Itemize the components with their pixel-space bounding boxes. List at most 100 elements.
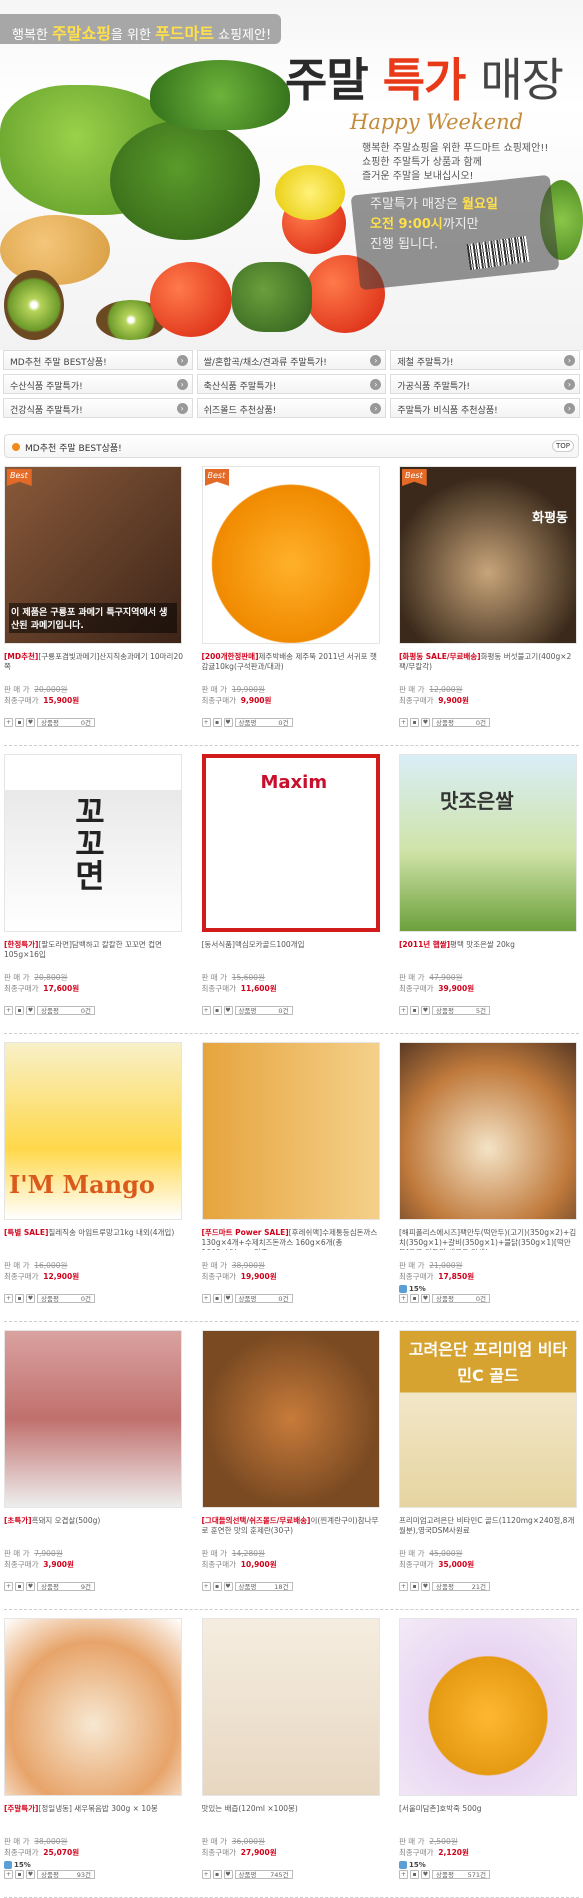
zoom-icon[interactable]: +: [399, 1582, 408, 1591]
menu-item-processed[interactable]: 가공식품 주말특가! ›: [390, 374, 580, 394]
product-image[interactable]: [399, 1618, 577, 1796]
review-count[interactable]: 상품평 0건: [37, 1006, 95, 1015]
zoom-icon[interactable]: +: [201, 1582, 211, 1591]
product-image[interactable]: I'M Mango: [4, 1042, 182, 1220]
cart-icon[interactable]: ▪: [15, 1582, 24, 1591]
review-count[interactable]: 상품평 0건: [37, 1294, 95, 1303]
product-card[interactable]: 꼬꼬면 [한정특가][팔도라면]담백하고 칼칼한 꼬꼬면 컵면 105g×16입…: [4, 754, 184, 1033]
wishlist-icon[interactable]: ♥: [421, 1870, 430, 1879]
zoom-icon[interactable]: +: [399, 718, 408, 727]
wishlist-icon[interactable]: ♥: [26, 1006, 35, 1015]
cart-icon[interactable]: ▪: [410, 1006, 419, 1015]
product-image[interactable]: Best 화평동: [399, 466, 577, 644]
zoom-icon[interactable]: +: [4, 1006, 13, 1015]
product-title[interactable]: [2011년 햅쌀]평택 맛조은쌀 20kg: [399, 940, 579, 962]
product-title[interactable]: [특별 SALE]칠레직송 아임트루망고1kg 내외(4개입): [4, 1228, 184, 1250]
zoom-icon[interactable]: +: [4, 1294, 13, 1303]
cart-icon[interactable]: ▪: [212, 718, 222, 727]
zoom-icon[interactable]: +: [201, 1294, 211, 1303]
wishlist-icon[interactable]: ♥: [223, 1006, 233, 1015]
product-card[interactable]: [푸드마트 Power SALE][후레쉬맥]수제통등심돈까스 130g×4개+…: [201, 1042, 382, 1321]
zoom-icon[interactable]: +: [201, 718, 211, 727]
review-count[interactable]: 상품평 0건: [37, 718, 95, 727]
product-title[interactable]: [서울미담촌]호박죽 500g: [399, 1804, 579, 1826]
product-image[interactable]: [201, 1042, 380, 1220]
product-title[interactable]: [동서식품]맥심모카골드100개입: [202, 940, 382, 962]
cart-icon[interactable]: ▪: [15, 718, 24, 727]
review-count[interactable]: 상품평 0건: [234, 1006, 293, 1015]
product-title[interactable]: [푸드마트 Power SALE][후레쉬맥]수제통등심돈까스 130g×4개+…: [202, 1228, 382, 1250]
product-title[interactable]: [MD추천][구룡포겸빛과메기]산지직송과메기 10마리20쪽: [4, 652, 184, 674]
wishlist-icon[interactable]: ♥: [223, 718, 233, 727]
product-image[interactable]: [201, 1330, 380, 1508]
wishlist-icon[interactable]: ♥: [421, 1582, 430, 1591]
product-image[interactable]: 맛조은쌀: [399, 754, 577, 932]
wishlist-icon[interactable]: ♥: [223, 1870, 233, 1879]
cart-icon[interactable]: ▪: [15, 1006, 24, 1015]
product-card[interactable]: Best 화평동 [화평동 SALE/무료배송]화평동 버섯불고기(400g×2…: [399, 466, 579, 745]
product-title[interactable]: 프리미엄고려은단 비타민C 골드(1120mg×240정,8개월분),영국DSM…: [399, 1516, 579, 1538]
cart-icon[interactable]: ▪: [15, 1294, 24, 1303]
product-title[interactable]: [그대들의선택/쉬즈몰드/무료배송]이(찐계란구이)참나무로 훈연한 맛의 훈제…: [202, 1516, 382, 1538]
product-card[interactable]: 고려은단 프리미엄 비타민C 골드 프리미엄고려은단 비타민C 골드(1120m…: [399, 1330, 579, 1609]
product-card[interactable]: [주말특가][정일냉동] 새우볶음밥 300g × 10봉 판 매 가 38,0…: [4, 1618, 184, 1897]
review-count[interactable]: 상품평 0건: [432, 1294, 490, 1303]
zoom-icon[interactable]: +: [201, 1870, 211, 1879]
wishlist-icon[interactable]: ♥: [223, 1294, 233, 1303]
menu-item-rice-veg[interactable]: 쌀/혼합곡/채소/견과류 주말특가! ›: [196, 350, 387, 370]
product-image[interactable]: 꼬꼬면: [4, 754, 182, 932]
zoom-icon[interactable]: +: [399, 1294, 408, 1303]
zoom-icon[interactable]: +: [201, 1006, 211, 1015]
wishlist-icon[interactable]: ♥: [26, 1294, 35, 1303]
zoom-icon[interactable]: +: [399, 1870, 408, 1879]
zoom-icon[interactable]: +: [4, 1582, 13, 1591]
cart-icon[interactable]: ▪: [212, 1006, 222, 1015]
product-image[interactable]: Maxim: [201, 754, 380, 932]
review-count[interactable]: 상품평 0건: [234, 1294, 293, 1303]
menu-item-shesmold[interactable]: 쉬즈몰드 추천상품! ›: [196, 398, 387, 418]
wishlist-icon[interactable]: ♥: [26, 718, 35, 727]
product-card[interactable]: Maxim [동서식품]맥심모카골드100개입 판 매 가 15,600원 최종…: [201, 754, 382, 1033]
review-count[interactable]: 상품평 0건: [234, 718, 293, 727]
review-count[interactable]: 상품평 0건: [432, 718, 490, 727]
product-title[interactable]: [해피폴리스에시즈]팩만두(떡만두)(고기)(350g×2)+김치(350g×1…: [399, 1228, 579, 1250]
review-count[interactable]: 상품평 745건: [234, 1870, 293, 1879]
cart-icon[interactable]: ▪: [410, 1294, 419, 1303]
product-image[interactable]: [4, 1618, 182, 1796]
zoom-icon[interactable]: +: [4, 718, 13, 727]
product-image[interactable]: [4, 1330, 182, 1508]
review-count[interactable]: 상품평 9건: [37, 1582, 95, 1591]
menu-item-seasonal[interactable]: 제철 주말특가! ›: [390, 350, 580, 370]
wishlist-icon[interactable]: ♥: [421, 1006, 430, 1015]
product-card[interactable]: [서울미담촌]호박죽 500g 판 매 가 2,500원 최종구매가 2,120…: [399, 1618, 579, 1897]
product-card[interactable]: [그대들의선택/쉬즈몰드/무료배송]이(찐계란구이)참나무로 훈연한 맛의 훈제…: [201, 1330, 382, 1609]
wishlist-icon[interactable]: ♥: [223, 1582, 233, 1591]
product-image[interactable]: [201, 1618, 380, 1796]
menu-item-md-best[interactable]: MD추천 주말 BEST상품! ›: [3, 350, 193, 370]
cart-icon[interactable]: ▪: [410, 1870, 419, 1879]
review-count[interactable]: 상품평 18건: [234, 1582, 293, 1591]
product-card[interactable]: Best 이 제품은 구룡포 과메기 특구지역에서 생산된 과메기입니다. [M…: [4, 466, 184, 745]
product-card[interactable]: 맛있는 배즙(120ml ×100봉) 판 매 가 36,000원 최종구매가 …: [201, 1618, 382, 1897]
product-image[interactable]: Best 이 제품은 구룡포 과메기 특구지역에서 생산된 과메기입니다.: [4, 466, 182, 644]
zoom-icon[interactable]: +: [399, 1006, 408, 1015]
product-title[interactable]: [초특가]흑돼지 오겹살(500g): [4, 1516, 184, 1538]
product-image[interactable]: 고려은단 프리미엄 비타민C 골드: [399, 1330, 577, 1508]
product-title[interactable]: [화평동 SALE/무료배송]화평동 버섯불고기(400g×2팩/무칼각): [399, 652, 579, 674]
wishlist-icon[interactable]: ♥: [421, 1294, 430, 1303]
menu-item-nonfood[interactable]: 주말특가 비식품 추천상품! ›: [390, 398, 580, 418]
cart-icon[interactable]: ▪: [212, 1582, 222, 1591]
product-card[interactable]: 맛조은쌀 [2011년 햅쌀]평택 맛조은쌀 20kg 판 매 가 47,900…: [399, 754, 579, 1033]
menu-item-meat[interactable]: 축산식품 주말특가! ›: [196, 374, 387, 394]
zoom-icon[interactable]: +: [4, 1870, 13, 1879]
menu-item-seafood[interactable]: 수산식품 주말특가! ›: [3, 374, 193, 394]
product-card[interactable]: [해피폴리스에시즈]팩만두(떡만두)(고기)(350g×2)+김치(350g×1…: [399, 1042, 579, 1321]
product-title[interactable]: [200개한정판매]제주박배송 제주뚝 2011년 서귀포 햇 감귤10kg(구…: [202, 652, 382, 674]
cart-icon[interactable]: ▪: [410, 718, 419, 727]
product-card[interactable]: [초특가]흑돼지 오겹살(500g) 판 매 가 7,900원 최종구매가 3,…: [4, 1330, 184, 1609]
cart-icon[interactable]: ▪: [15, 1870, 24, 1879]
product-card[interactable]: I'M Mango [특별 SALE]칠레직송 아임트루망고1kg 내외(4개입…: [4, 1042, 184, 1321]
wishlist-icon[interactable]: ♥: [26, 1582, 35, 1591]
wishlist-icon[interactable]: ♥: [421, 718, 430, 727]
cart-icon[interactable]: ▪: [212, 1294, 222, 1303]
